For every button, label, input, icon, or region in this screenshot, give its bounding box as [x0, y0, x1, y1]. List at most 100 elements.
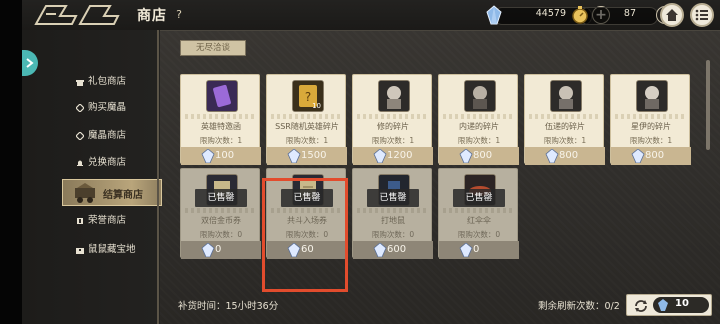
- sidebar-item-exchange-shop[interactable]: 兑换商店: [76, 154, 126, 170]
- item-price: 1500: [301, 150, 327, 161]
- restock-label: 补货时间：: [178, 301, 226, 312]
- crystal-icon: [287, 149, 301, 163]
- card-divider: [185, 208, 257, 213]
- restock-timer: 补货时间：15小时36分: [178, 298, 278, 312]
- gift-icon: [76, 79, 84, 86]
- shop-item-card[interactable]: 内递的碎片限购次数：1 800: [438, 74, 519, 165]
- price-bar: 1200: [353, 147, 433, 165]
- refresh-count: 0/2: [604, 301, 620, 312]
- sold-out-badge: 已售罄: [367, 189, 419, 207]
- purchase-limit: 限购次数：0: [457, 230, 501, 239]
- item-count: 10: [312, 102, 321, 110]
- card-divider: [443, 114, 515, 119]
- shop-item-card[interactable]: 修的碎片限购次数：1 1200: [352, 74, 433, 165]
- purchase-limit: 限购次数：0: [199, 230, 243, 239]
- purchase-limit: 限购次数：1: [629, 136, 673, 145]
- item-price: 100: [215, 150, 235, 161]
- refresh-cost-value: 10: [675, 298, 689, 309]
- card-divider: [615, 114, 687, 119]
- item-name: 打地鼠: [381, 216, 405, 225]
- treasure-icon: [76, 247, 84, 254]
- item-name: 修的碎片: [377, 122, 409, 131]
- section-tag: 无尽洽谈: [180, 40, 246, 56]
- ssr-shard-icon: ? 10: [292, 80, 324, 112]
- crystal-icon: [658, 299, 668, 311]
- scrollbar[interactable]: [706, 60, 710, 150]
- crystal-icon: [373, 243, 387, 257]
- shop-item-card[interactable]: 红伞伞 限购次数：0 0 已售罄: [438, 168, 519, 259]
- shop-item-card[interactable]: 星伊的碎片 限购次数：1 800: [610, 74, 691, 165]
- card-divider: [357, 208, 429, 213]
- sold-out-badge: 已售罄: [453, 189, 505, 207]
- sidebar-item-gem-shop[interactable]: 魔晶商店: [76, 127, 126, 143]
- question-icon[interactable]: ?: [172, 7, 186, 21]
- price-bar: 0: [181, 241, 261, 259]
- price-bar: 600: [353, 241, 433, 259]
- price-bar: 1500: [267, 147, 347, 165]
- sidebar-item-buy-gems[interactable]: 购买魔晶: [76, 99, 126, 115]
- page-title: 商店: [137, 8, 167, 24]
- gem-shop-icon: [76, 131, 84, 140]
- menu-button[interactable]: [690, 3, 714, 27]
- purchase-limit: 限购次数：1: [285, 136, 329, 145]
- purchase-limit: 限购次数：1: [543, 136, 587, 145]
- card-divider: [357, 114, 429, 119]
- crystal-icon: [459, 243, 473, 257]
- crystal-icon: [201, 149, 215, 163]
- purchase-limit: 限购次数：1: [371, 136, 415, 145]
- card-divider: [271, 114, 343, 119]
- item-name: 双倍金币券: [201, 216, 241, 225]
- sidebar-item-settle-shop[interactable]: 结算商店: [62, 179, 162, 206]
- sidebar-item-label: 礼包商店: [88, 76, 127, 87]
- sidebar-item-label: 购买魔晶: [88, 102, 127, 113]
- sidebar-item-label: 结算商店: [103, 190, 143, 201]
- refresh-counter: 剩余刷新次数：0/2: [538, 298, 620, 312]
- sidebar-item-treasure[interactable]: 鼠鼠藏宝地: [76, 241, 136, 257]
- item-price: 0: [215, 244, 222, 255]
- home-button[interactable]: [660, 3, 684, 27]
- shop-screen: 商店 ? 44579 + 87 +: [0, 0, 720, 324]
- item-price: 800: [559, 150, 579, 161]
- shop-item-card[interactable]: 双倍金币券 限购次数：0 0 已售罄: [180, 168, 261, 259]
- hero-portrait-icon: [636, 80, 668, 112]
- shop-item-card[interactable]: 打地鼠限购次数：0 600 已售罄: [352, 168, 433, 259]
- purchase-limit: 限购次数：0: [371, 230, 415, 239]
- list-menu-icon: [695, 9, 708, 21]
- crystal-icon: [631, 149, 645, 163]
- card-divider: [185, 114, 257, 119]
- shop-item-card[interactable]: ? 10 SSR随机英雄碎片 限购次数：1 1500: [266, 74, 347, 165]
- sidebar-item-honor-shop[interactable]: 荣誉商店: [76, 212, 126, 228]
- chevron-right-icon: [26, 58, 34, 68]
- coin-count: 87: [623, 8, 636, 19]
- hero-portrait-icon: [378, 80, 410, 112]
- item-price: 800: [473, 150, 493, 161]
- restock-time: 15小时36分: [225, 301, 279, 312]
- price-bar: 800: [439, 147, 519, 165]
- item-price: 1200: [387, 150, 413, 161]
- price-bar: 800: [611, 147, 691, 165]
- shop-footer: 补货时间：15小时36分 剩余刷新次数：0/2 10: [160, 292, 720, 324]
- card-divider: [529, 114, 601, 119]
- item-price: 800: [645, 150, 665, 161]
- screen-edge: [0, 0, 22, 324]
- purchase-limit: 限购次数：1: [199, 136, 243, 145]
- sidebar-item-label: 兑换商店: [88, 157, 127, 168]
- crystal-icon: [545, 149, 559, 163]
- item-price: 0: [473, 244, 480, 255]
- item-name: 内递的碎片: [459, 122, 499, 131]
- price-bar: 100: [181, 147, 261, 165]
- shop-item-card[interactable]: 英雄特邀函限购次数：1 100: [180, 74, 261, 165]
- stopwatch-icon: [572, 6, 588, 24]
- hero-portrait-icon: [550, 80, 582, 112]
- sidebar-item-gift-shop[interactable]: 礼包商店: [76, 73, 126, 89]
- shop-item-card[interactable]: 伍递的碎片 限购次数：1 800: [524, 74, 605, 165]
- hero-portrait-icon: [464, 80, 496, 112]
- purchase-limit: 限购次数：1: [457, 136, 501, 145]
- game-logo-icon[interactable]: [32, 2, 140, 28]
- item-name: 英雄特邀函: [201, 122, 241, 131]
- wagon-icon: [75, 183, 95, 203]
- sidebar-item-label: 鼠鼠藏宝地: [88, 244, 136, 255]
- refresh-button[interactable]: 10: [626, 294, 712, 316]
- home-icon: [666, 9, 678, 21]
- selection-highlight: [262, 178, 348, 292]
